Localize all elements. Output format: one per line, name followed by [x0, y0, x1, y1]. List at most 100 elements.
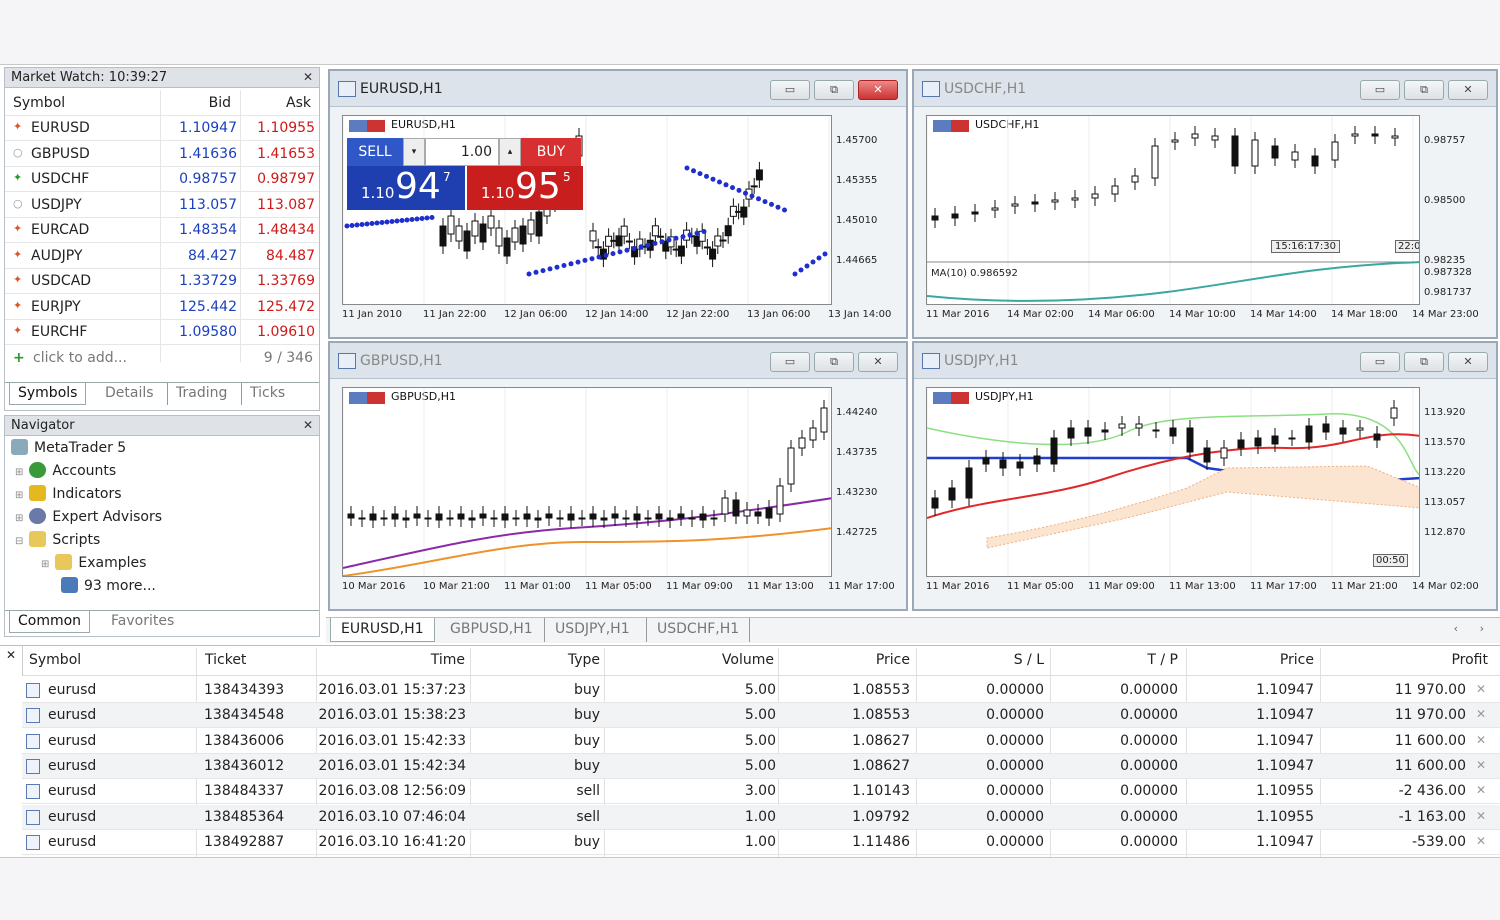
table-row[interactable]: eurusd 138436006 2016.03.01 15:42:33 buy 5.0…	[22, 729, 1500, 754]
minimize-button[interactable]: ▭	[770, 80, 810, 100]
close-position-icon[interactable]: ✕	[1476, 834, 1486, 848]
col-symbol[interactable]: Symbol	[13, 95, 65, 111]
collapse-icon[interactable]: ⊟	[15, 536, 23, 547]
chart-window-usdchf[interactable]: USDCHF,H1 ▭ ⧉ ✕ USDCHF,H1 MA(10) 0.98659…	[912, 69, 1498, 339]
nav-accounts[interactable]: ⊞ Accounts	[15, 461, 116, 481]
chart-window-usdjpy[interactable]: USDJPY,H1 ▭ ⧉ ✕ USDJPY,H1 00:50 113.920 1…	[912, 341, 1498, 611]
tab-trading[interactable]: Trading	[167, 383, 235, 405]
market-watch-row[interactable]: ✦ EURJPY 125.442 125.472	[5, 295, 319, 320]
market-watch-row[interactable]: ✦ EURUSD 1.10947 1.10955	[5, 116, 319, 141]
tab-ticks[interactable]: Ticks	[241, 383, 293, 405]
sell-price[interactable]: 1.10 94 7	[347, 166, 465, 210]
sell-button[interactable]: SELL	[347, 138, 403, 166]
th-ticket[interactable]: Ticket	[205, 652, 246, 668]
expand-icon[interactable]: ⊞	[15, 513, 23, 524]
market-watch-row[interactable]: ✦ USDCAD 1.33729 1.33769	[5, 269, 319, 294]
market-watch-row[interactable]: ○ GBPUSD 1.41636 1.41653	[5, 142, 319, 167]
th-tp[interactable]: T / P	[1147, 652, 1178, 668]
volume-up-icon[interactable]: ▴	[499, 138, 521, 166]
chart-area[interactable]: EURUSD,H1 SELL ▾ 1.00 ▴ BUY 1.10 94 7 1.…	[342, 115, 832, 305]
close-button[interactable]: ✕	[1448, 352, 1488, 372]
nav-root[interactable]: MetaTrader 5	[11, 438, 126, 458]
chart-tab-usdjpy[interactable]: USDJPY,H1	[544, 618, 640, 642]
maximize-button[interactable]: ⧉	[814, 80, 854, 100]
expand-icon[interactable]: ⊞	[15, 467, 23, 478]
chart-area[interactable]: GBPUSD,H1	[342, 387, 832, 577]
th-price[interactable]: Price	[876, 652, 910, 668]
table-row[interactable]: eurusd 138492887 2016.03.10 16:41:20 buy 1.0…	[22, 830, 1500, 855]
tab-symbols[interactable]: Symbols	[9, 383, 87, 405]
chart-area[interactable]: USDJPY,H1 00:50	[926, 387, 1420, 577]
close-icon[interactable]: ✕	[303, 68, 313, 87]
candle	[1016, 461, 1024, 469]
candle	[999, 459, 1007, 469]
close-position-icon[interactable]: ✕	[1476, 758, 1486, 772]
th-time[interactable]: Time	[431, 652, 465, 668]
close-icon[interactable]: ✕	[6, 648, 16, 662]
maximize-button[interactable]: ⧉	[1404, 352, 1444, 372]
nav-scripts[interactable]: ⊟ Scripts	[15, 530, 100, 550]
chart-icon	[922, 353, 940, 369]
buy-price[interactable]: 1.10 95 5	[467, 166, 583, 210]
chart-tab-gbpusd[interactable]: GBPUSD,H1	[440, 618, 543, 642]
volume-down-icon[interactable]: ▾	[403, 138, 425, 166]
th-profit[interactable]: Profit	[1451, 652, 1488, 668]
close-position-icon[interactable]: ✕	[1476, 682, 1486, 696]
candle	[1067, 427, 1075, 439]
col-bid[interactable]: Bid	[209, 95, 231, 111]
time-tick-label: 14 Mar 18:00	[1331, 309, 1398, 320]
sar-dot	[804, 263, 810, 269]
click-to-add[interactable]: click to add...	[33, 350, 127, 366]
close-position-icon[interactable]: ✕	[1476, 783, 1486, 797]
sar-dot	[792, 271, 798, 277]
chart-tab-usdchf[interactable]: USDCHF,H1	[646, 618, 751, 642]
tab-details[interactable]: Details	[97, 383, 162, 405]
chart-area[interactable]: USDCHF,H1 MA(10) 0.986592 15:16:17:30 22…	[926, 115, 1420, 305]
market-watch-row[interactable]: ✦ USDCHF 0.98757 0.98797	[5, 167, 319, 192]
chart-window-eurusd[interactable]: EURUSD,H1 ▭ ⧉ ✕ EURUSD,H1 SELL ▾ 1.00 ▴ …	[328, 69, 908, 339]
close-position-icon[interactable]: ✕	[1476, 809, 1486, 823]
market-watch-row[interactable]: ✦ EURCAD 1.48354 1.48434	[5, 218, 319, 243]
table-row[interactable]: eurusd 138434393 2016.03.01 15:37:23 buy 5.0…	[22, 678, 1500, 703]
minimize-button[interactable]: ▭	[1360, 80, 1400, 100]
market-watch-row[interactable]: ○ USDJPY 113.057 113.087	[5, 193, 319, 218]
th-sl[interactable]: S / L	[1014, 652, 1044, 668]
add-symbol-row[interactable]: + click to add... 9 / 346	[5, 346, 319, 371]
minimize-button[interactable]: ▭	[1360, 352, 1400, 372]
th-symbol[interactable]: Symbol	[29, 652, 81, 668]
maximize-button[interactable]: ⧉	[1404, 80, 1444, 100]
chart-window-gbpusd[interactable]: GBPUSD,H1 ▭ ⧉ ✕ GBPUSD,H1 1.44240 1.43735…	[328, 341, 908, 611]
col-ask[interactable]: Ask	[286, 95, 311, 111]
chart-tab-eurusd[interactable]: EURUSD,H1	[330, 618, 435, 642]
close-button[interactable]: ✕	[858, 80, 898, 100]
cell-symbol: eurusd	[48, 833, 97, 850]
nav-expert-advisors[interactable]: ⊞ Expert Advisors	[15, 507, 162, 527]
expand-icon[interactable]: ⊞	[41, 559, 49, 570]
volume-input[interactable]: 1.00	[425, 138, 499, 166]
close-button[interactable]: ✕	[1448, 80, 1488, 100]
nav-more[interactable]: 93 more...	[61, 576, 156, 596]
nav-indicators[interactable]: ⊞ Indicators	[15, 484, 122, 504]
table-row[interactable]: eurusd 138434548 2016.03.01 15:38:23 buy 5.0…	[22, 703, 1500, 729]
minimize-button[interactable]: ▭	[770, 352, 810, 372]
market-watch-row[interactable]: ✦ AUDJPY 84.427 84.487	[5, 244, 319, 269]
tab-common[interactable]: Common	[9, 611, 91, 633]
expand-icon[interactable]: ⊞	[15, 490, 23, 501]
close-position-icon[interactable]: ✕	[1476, 707, 1486, 721]
tab-favorites[interactable]: Favorites	[103, 611, 182, 633]
close-icon[interactable]: ✕	[303, 416, 313, 435]
buy-button[interactable]: BUY	[521, 138, 581, 166]
table-row[interactable]: eurusd 138436012 2016.03.01 15:42:34 buy 5.0…	[22, 753, 1500, 779]
maximize-button[interactable]: ⧉	[814, 352, 854, 372]
close-position-icon[interactable]: ✕	[1476, 733, 1486, 747]
th-volume[interactable]: Volume	[722, 652, 774, 668]
scroll-left-icon[interactable]: ‹	[1454, 622, 1458, 635]
close-button[interactable]: ✕	[858, 352, 898, 372]
scroll-right-icon[interactable]: ›	[1480, 622, 1484, 635]
th-type[interactable]: Type	[568, 652, 600, 668]
table-row[interactable]: eurusd 138484337 2016.03.08 12:56:09 sell 3.…	[22, 779, 1500, 805]
nav-examples[interactable]: ⊞ Examples	[41, 553, 146, 573]
th-current-price[interactable]: Price	[1280, 652, 1314, 668]
table-row[interactable]: eurusd 138485364 2016.03.10 07:46:04 sell 1.…	[22, 804, 1500, 830]
market-watch-row[interactable]: ✦ EURCHF 1.09580 1.09610	[5, 320, 319, 345]
